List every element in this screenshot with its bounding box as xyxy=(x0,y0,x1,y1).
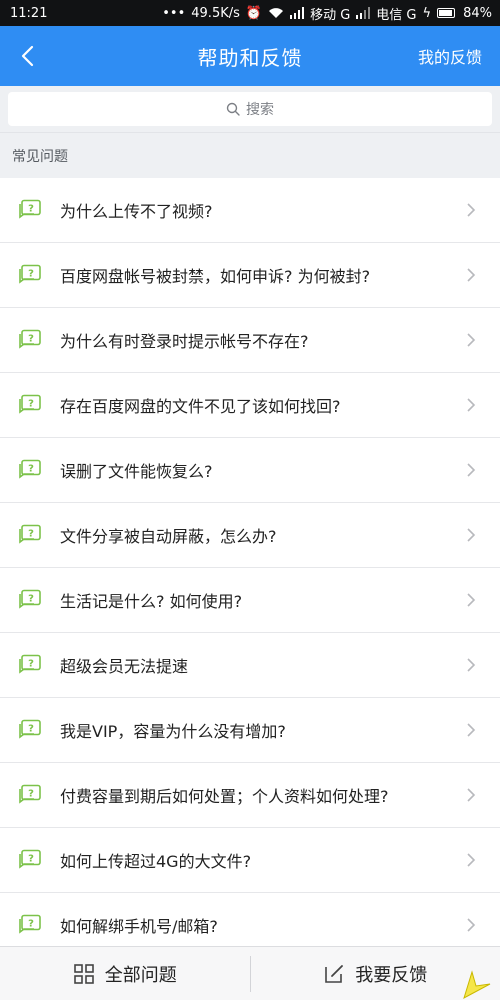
status-bar: 11:21 ••• 49.5K/s ⏰ 移动 G 电信 G ϟ 84% xyxy=(0,0,500,26)
alarm-off-icon: ⏰ xyxy=(245,5,263,21)
chevron-right-icon xyxy=(467,593,476,607)
signal-icon-1 xyxy=(290,7,305,19)
chevron-right-icon xyxy=(467,333,476,347)
chevron-right-icon xyxy=(467,398,476,412)
svg-text:?: ? xyxy=(28,789,34,800)
question-bubble-icon: ? xyxy=(19,329,41,349)
faq-item[interactable]: ? 如何上传超过4G的大文件? xyxy=(0,828,500,893)
svg-text:?: ? xyxy=(28,399,34,410)
bottom-bar: 全部问题 我要反馈 xyxy=(0,946,500,1000)
faq-item-label: 百度网盘帐号被封禁，如何申诉? 为何被封? xyxy=(60,267,371,286)
signal-icon-2 xyxy=(356,7,371,19)
chevron-right-icon xyxy=(467,658,476,672)
svg-text:?: ? xyxy=(28,334,34,345)
faq-item-label: 为什么上传不了视频? xyxy=(60,202,213,221)
more-dots-icon: ••• xyxy=(162,5,186,21)
search-icon xyxy=(226,102,240,116)
faq-item-label: 误删了文件能恢复么? xyxy=(60,462,213,481)
grid-icon xyxy=(73,963,94,984)
submit-feedback-label: 我要反馈 xyxy=(355,964,428,986)
faq-item[interactable]: ? 误删了文件能恢复么? xyxy=(0,438,500,503)
tap-indicator-icon xyxy=(463,970,491,1000)
faq-item-label: 如何解绑手机号/邮箱? xyxy=(60,917,218,936)
faq-item[interactable]: ? 为什么有时登录时提示帐号不存在? xyxy=(0,308,500,373)
faq-item-label: 存在百度网盘的文件不见了该如何找回? xyxy=(60,397,341,416)
faq-item-label: 如何上传超过4G的大文件? xyxy=(60,852,252,871)
faq-item-label: 为什么有时登录时提示帐号不存在? xyxy=(60,332,309,351)
faq-item-label: 付费容量到期后如何处置；个人资料如何处理? xyxy=(60,787,389,806)
svg-text:?: ? xyxy=(28,464,34,475)
faq-item[interactable]: ? 超级会员无法提速 xyxy=(0,633,500,698)
search-placeholder: 搜索 xyxy=(246,102,274,118)
faq-item[interactable]: ? 存在百度网盘的文件不见了该如何找回? xyxy=(0,373,500,438)
chevron-right-icon xyxy=(467,788,476,802)
search-container: 搜索 xyxy=(0,86,500,132)
faq-item[interactable]: ? 文件分享被自动屏蔽，怎么办? xyxy=(0,503,500,568)
all-questions-label: 全部问题 xyxy=(104,964,177,986)
svg-text:?: ? xyxy=(28,919,34,930)
faq-item-label: 生活记是什么? 如何使用? xyxy=(60,592,243,611)
chevron-right-icon xyxy=(467,463,476,477)
faq-item-label: 文件分享被自动屏蔽，怎么办? xyxy=(60,527,277,546)
chevron-right-icon xyxy=(467,918,476,932)
battery-icon xyxy=(437,8,456,18)
question-bubble-icon: ? xyxy=(19,849,41,869)
faq-item-label: 超级会员无法提速 xyxy=(60,657,189,676)
faq-item[interactable]: ? 生活记是什么? 如何使用? xyxy=(0,568,500,633)
my-feedback-button[interactable]: 我的反馈 xyxy=(418,44,482,68)
section-header: 常见问题 xyxy=(0,132,500,178)
carrier-1: 移动 G xyxy=(310,7,351,23)
chevron-right-icon xyxy=(467,528,476,542)
faq-list: ? 为什么上传不了视频? ? 百度网盘帐号被封禁，如何申诉? 为何被封? ? 为… xyxy=(0,178,500,946)
svg-text:?: ? xyxy=(28,204,34,215)
status-left: 11:21 xyxy=(10,6,47,21)
edit-icon xyxy=(325,964,344,983)
search-input[interactable]: 搜索 xyxy=(8,92,492,126)
wifi-icon xyxy=(268,7,284,19)
question-bubble-icon: ? xyxy=(19,524,41,544)
question-bubble-icon: ? xyxy=(19,394,41,414)
network-speed: 49.5K/s xyxy=(191,5,240,21)
svg-text:?: ? xyxy=(28,269,34,280)
status-time: 11:21 xyxy=(10,5,48,21)
carrier-2: 电信 G xyxy=(376,7,417,23)
charging-icon: ϟ xyxy=(422,5,432,21)
question-bubble-icon: ? xyxy=(19,264,41,284)
question-bubble-icon: ? xyxy=(19,719,41,739)
svg-text:?: ? xyxy=(28,724,34,735)
svg-text:?: ? xyxy=(28,659,34,670)
chevron-right-icon xyxy=(467,853,476,867)
question-bubble-icon: ? xyxy=(19,199,41,219)
app-bar: 帮助和反馈 我的反馈 xyxy=(0,26,500,86)
back-button[interactable] xyxy=(8,36,48,76)
question-bubble-icon: ? xyxy=(19,784,41,804)
chevron-right-icon xyxy=(467,203,476,217)
faq-item-label: 我是VIP，容量为什么没有增加? xyxy=(60,722,286,741)
svg-text:?: ? xyxy=(28,594,34,605)
question-bubble-icon: ? xyxy=(19,914,41,934)
all-questions-button[interactable]: 全部问题 xyxy=(0,947,250,1000)
chevron-right-icon xyxy=(467,723,476,737)
question-bubble-icon: ? xyxy=(19,654,41,674)
chevron-right-icon xyxy=(467,268,476,282)
faq-item[interactable]: ? 我是VIP，容量为什么没有增加? xyxy=(0,698,500,763)
battery-level: 84% xyxy=(463,5,492,21)
page-title: 帮助和反馈 xyxy=(197,45,303,70)
faq-item[interactable]: ? 如何解绑手机号/邮箱? xyxy=(0,893,500,946)
faq-item[interactable]: ? 百度网盘帐号被封禁，如何申诉? 为何被封? xyxy=(0,243,500,308)
faq-item[interactable]: ? 为什么上传不了视频? xyxy=(0,178,500,243)
svg-text:?: ? xyxy=(28,854,34,865)
back-arrow-icon xyxy=(21,45,34,67)
question-bubble-icon: ? xyxy=(19,459,41,479)
faq-item[interactable]: ? 付费容量到期后如何处置；个人资料如何处理? xyxy=(0,763,500,828)
svg-text:?: ? xyxy=(28,529,34,540)
question-bubble-icon: ? xyxy=(19,589,41,609)
section-title: 常见问题 xyxy=(12,148,68,165)
status-right: ••• 49.5K/s ⏰ 移动 G 电信 G ϟ 84% xyxy=(162,4,492,23)
